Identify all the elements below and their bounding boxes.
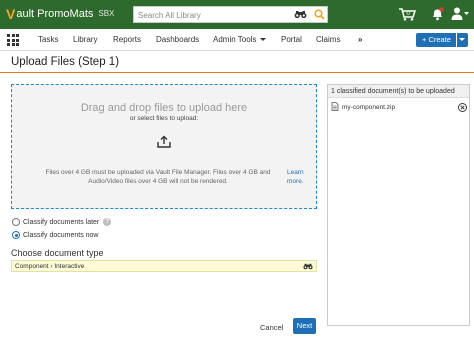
svg-text:0: 0 (407, 11, 411, 17)
search-icon[interactable] (314, 9, 325, 22)
nav-item-claims[interactable]: Claims (316, 35, 340, 44)
brand-name: ault PromoMats (16, 8, 94, 20)
classify-later-option[interactable]: Classify documents later ? (12, 218, 112, 226)
apps-grid-icon[interactable] (7, 34, 19, 46)
file-name: my-component.zip (342, 104, 396, 111)
document-icon (331, 102, 339, 113)
bell-icon[interactable] (431, 7, 444, 23)
brand-v: V (6, 6, 16, 22)
env-badge: SBX (98, 9, 115, 18)
classify-later-label: Classify documents later (23, 218, 100, 226)
create-menu-toggle[interactable] (457, 33, 468, 47)
cancel-button[interactable]: Cancel (260, 323, 283, 332)
upload-size-note: Files over 4 GB must be uploaded via Vau… (45, 169, 271, 185)
classify-now-radio[interactable] (12, 231, 20, 239)
doc-type-label: Choose document type (11, 248, 104, 258)
page-title: Upload Files (Step 1) (11, 56, 120, 68)
classify-now-option[interactable]: Classify documents now (12, 231, 98, 239)
top-bar: V ault PromoMats SBX 0 (0, 0, 474, 29)
nav-item-reports[interactable]: Reports (113, 35, 141, 44)
next-button[interactable]: Next (293, 318, 316, 334)
classify-now-label: Classify documents now (23, 231, 99, 239)
chevron-down-icon (459, 38, 465, 41)
doc-type-value: Component › Interactive (15, 263, 85, 270)
nav-item-admin-tools-label: Admin Tools (213, 35, 257, 44)
cart-icon[interactable]: 0 (398, 7, 417, 23)
select-files-link[interactable]: or select files to upload: (12, 115, 316, 122)
remove-circle-icon[interactable] (458, 103, 467, 114)
search-input[interactable] (138, 9, 288, 21)
nav-more-button[interactable]: » (358, 35, 362, 44)
user-menu[interactable] (451, 6, 469, 23)
help-icon[interactable]: ? (103, 218, 112, 226)
dropzone-title: Drag and drop files to upload here (80, 102, 248, 114)
main-nav: Tasks Library Reports Dashboards Admin T… (0, 29, 474, 51)
nav-item-library[interactable]: Library (73, 35, 97, 44)
classified-documents-panel: 1 classified document(s) to be uploaded … (327, 84, 470, 326)
global-search (133, 6, 328, 23)
nav-item-dashboards[interactable]: Dashboards (156, 35, 199, 44)
panel-header: 1 classified document(s) to be uploaded (328, 85, 469, 98)
list-item[interactable]: my-component.zip (331, 102, 467, 113)
upload-icon[interactable] (157, 135, 171, 150)
binoculars-icon[interactable] (294, 10, 307, 21)
file-dropzone[interactable]: Drag and drop files to upload here or se… (11, 84, 317, 209)
chevron-down-icon (260, 38, 267, 41)
learn-more-link[interactable]: Learn more. (287, 169, 311, 186)
doc-type-field[interactable]: Component › Interactive (11, 260, 317, 272)
nav-item-portal[interactable]: Portal (281, 35, 302, 44)
title-divider (0, 72, 474, 73)
create-button[interactable]: + Create (416, 33, 456, 47)
nav-item-admin-tools[interactable]: Admin Tools (213, 35, 267, 44)
brand-logo[interactable]: V ault PromoMats SBX (6, 7, 114, 21)
binoculars-icon[interactable] (303, 263, 313, 272)
classify-later-radio[interactable] (12, 218, 20, 226)
nav-item-tasks[interactable]: Tasks (38, 35, 58, 44)
